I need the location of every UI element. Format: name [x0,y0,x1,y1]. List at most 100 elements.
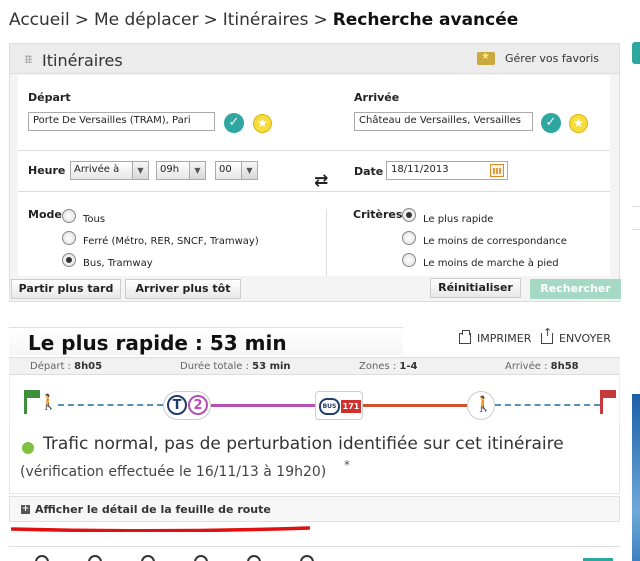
search-form: Départ Porte De Versailles (TRAM), Pari … [18,75,610,276]
panel-header: Itinéraires Gérer vos favoris [10,44,619,74]
walking-person-icon: 🚶 [474,395,493,413]
duration-summary: Durée totale : 53 min [180,361,291,372]
duration-summary-label: Durée totale : [180,361,249,372]
date-value: 18/11/2013 [391,164,449,175]
arrival-time: 8h58 [550,361,579,372]
manage-favorites-label: Gérer vos favoris [505,52,599,65]
printer-icon [459,330,471,344]
asterisk: * [344,458,350,472]
criteria-option-label: Le moins de marche à pied [423,258,559,269]
breadcrumb-travel-link[interactable]: Me déplacer [94,10,199,30]
depart-label: Départ [28,91,71,104]
print-button[interactable]: IMPRIMER [459,330,531,345]
send-label: ENVOYER [559,332,611,345]
zones-value: 1-4 [399,361,418,372]
panel-title: Itinéraires [42,51,123,70]
verification-text: (vérification effectuée le 16/11/13 à 19… [20,464,327,480]
route-timeline: 🚶 T 2 BUS 171 🚶 [9,375,620,426]
next-row-partial [35,555,613,561]
walking-person-icon: 🚶 [39,393,58,411]
bus-segment [363,404,468,407]
divider [18,191,610,192]
folder-star-icon [477,51,495,65]
itinerary-search-panel: Itinéraires Gérer vos favoris Départ Por… [9,43,621,302]
sidebar-tab[interactable] [632,42,640,64]
star-icon[interactable]: ★ [253,114,272,133]
leave-later-button[interactable]: Partir plus tard [11,279,121,299]
arrivee-input[interactable]: Château de Versailles, Versailles [354,112,533,131]
drag-handle-icon[interactable] [25,55,32,63]
heure-mode-select[interactable]: Arrivée à ▼ [70,161,149,180]
mode-option-label: Bus, Tramway [83,258,153,269]
breadcrumb-itineraries-link[interactable]: Itinéraires [223,10,309,30]
traffic-status: Trafic normal, pas de perturbation ident… [9,426,620,494]
depart-input[interactable]: Porte De Versailles (TRAM), Pari [28,112,215,131]
criteria-radio-fastest[interactable] [402,208,416,222]
check-icon[interactable]: ✓ [224,113,244,133]
result-title-bar: Le plus rapide : 53 min [9,327,403,355]
breadcrumb-separator: > [313,10,328,30]
date-input[interactable]: 18/11/2013 [386,161,508,180]
depart-time: 8h05 [74,361,103,372]
date-label: Date [354,165,384,178]
bus-icon: BUS [319,398,340,415]
divider-vertical [326,209,327,276]
depart-summary: Départ : 8h05 [30,361,102,372]
red-underline-annotation [11,526,310,532]
calendar-icon[interactable] [490,164,504,177]
criteria-radio-least-walking[interactable] [402,253,416,267]
heure-hours-value: 09h [160,164,180,175]
red-flag-icon [600,390,616,414]
right-sidebar-edge [632,0,640,561]
green-flag-icon [24,390,40,414]
result-summary: Départ : 8h05 Durée totale : 53 min Zone… [9,357,620,375]
breadcrumb-separator: > [74,10,89,30]
status-dot-icon [22,442,34,454]
bus-line-badge: 171 [341,400,361,413]
heure-minutes-select[interactable]: 00 ▼ [215,161,258,180]
star-icon[interactable]: ★ [569,114,588,133]
walk-segment [495,404,600,406]
breadcrumb: Accueil > Me déplacer > Itinéraires > Recherch… [9,10,518,30]
swap-arrows-icon[interactable]: ⇄ [314,171,328,191]
tram-stop-node: T 2 [163,391,211,420]
heure-mode-value: Arrivée à [74,164,120,175]
arrivee-label: Arrivée [354,91,400,104]
check-icon[interactable]: ✓ [541,113,561,133]
manage-favorites-link[interactable]: Gérer vos favoris [477,51,599,65]
mode-radio-ferre[interactable] [62,231,76,245]
chevron-down-icon: ▼ [241,162,257,179]
search-button[interactable]: Rechercher [530,279,621,299]
sidebar-panel [632,206,640,230]
show-route-detail-toggle[interactable]: + Afficher le détail de la feuille de ro… [9,496,620,522]
send-button[interactable]: ENVOYER [541,326,611,345]
verification-note: (vérification effectuée le 16/11/13 à 19… [20,458,350,480]
sidebar-ad-image [632,394,640,561]
divider [18,150,610,151]
reset-button[interactable]: Réinitialiser [430,278,521,298]
page: Accueil > Me déplacer > Itinéraires > Recherch… [0,0,640,561]
heure-minutes-value: 00 [219,164,232,175]
mode-radio-bus-tramway[interactable] [62,253,76,267]
tram-icon: T [167,395,187,415]
mode-radio-tous[interactable] [62,209,76,223]
chevron-down-icon: ▼ [189,162,205,179]
heure-hours-select[interactable]: 09h ▼ [156,161,206,180]
criteria-option-label: Le plus rapide [423,214,494,225]
criteria-option-label: Le moins de correspondance [423,236,567,247]
arrive-earlier-button[interactable]: Arriver plus tôt [125,279,241,299]
tram-segment [211,404,316,407]
result-title: Le plus rapide : 53 min [28,331,287,355]
criteria-radio-fewest-transfers[interactable] [402,231,416,245]
next-section-edge [9,546,620,561]
zones-summary-label: Zones : [359,361,397,372]
bus-stop-node: BUS 171 [315,391,363,420]
breadcrumb-home-link[interactable]: Accueil [9,10,70,30]
share-icon [541,326,553,344]
chevron-down-icon: ▼ [132,162,148,179]
mode-option-label: Tous [83,214,106,225]
traffic-message: Trafic normal, pas de perturbation ident… [43,434,564,454]
walk-node: 🚶 [467,391,495,420]
heure-label: Heure [28,164,66,177]
plus-icon: + [21,504,30,514]
